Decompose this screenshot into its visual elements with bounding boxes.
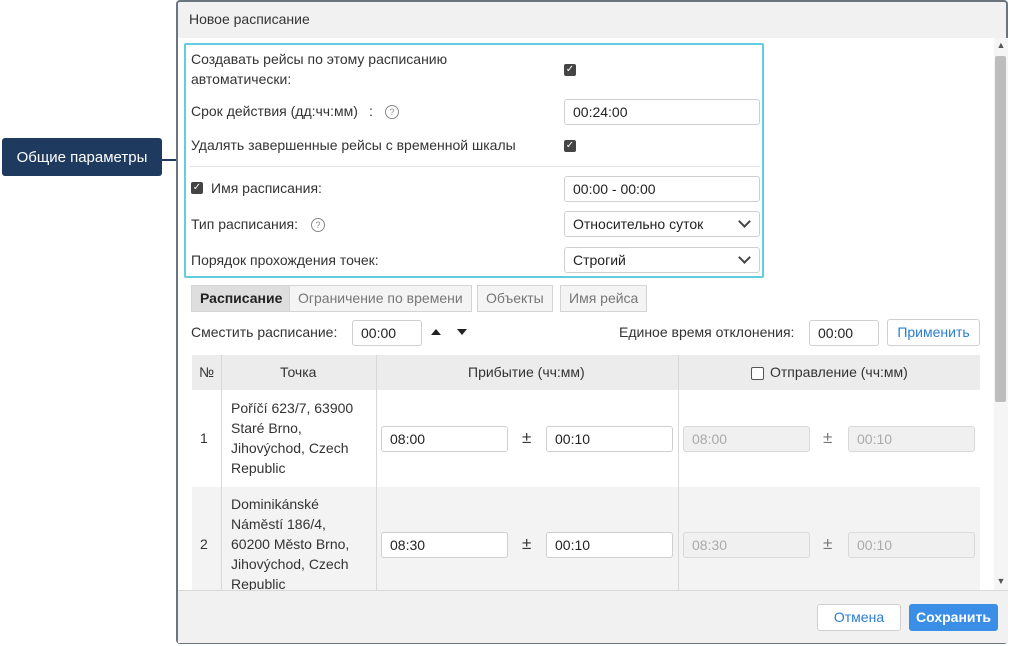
dialog-title: Новое расписание (189, 11, 310, 27)
validity-input[interactable]: 00:24:00 (564, 99, 760, 125)
scrollbar-thumb[interactable] (995, 56, 1006, 402)
name-label: Имя расписания: (211, 180, 322, 196)
arrival-deviation-input[interactable]: 00:10 (546, 532, 673, 558)
help-icon[interactable]: ? (311, 218, 325, 232)
apply-button[interactable]: Применить (887, 319, 980, 346)
shift-up-icon[interactable] (431, 329, 441, 335)
tab-objects[interactable]: Объекты (477, 285, 553, 312)
tab-time-limit[interactable]: Ограничение по времени (289, 285, 472, 312)
shift-input[interactable]: 00:00 (352, 320, 422, 346)
header-num: № (199, 364, 215, 380)
tab-schedule[interactable]: Расписание (191, 285, 292, 312)
order-label: Порядок прохождения точек: (191, 252, 379, 268)
type-select-value: Относительно суток (573, 216, 704, 232)
scroll-down-icon[interactable]: ▼ (996, 576, 1006, 586)
header-departure: Отправление (чч:мм) (770, 364, 908, 380)
auto-create-label-2: автоматически: (191, 71, 292, 87)
type-select[interactable]: Относительно суток (564, 211, 760, 237)
tab-trip-name[interactable]: Имя рейса (560, 285, 648, 312)
departure-checkbox[interactable] (751, 367, 764, 380)
divider (190, 166, 760, 167)
column-divider (221, 355, 222, 590)
order-select[interactable]: Строгий (564, 247, 760, 273)
save-button[interactable]: Сохранить (909, 604, 998, 631)
departure-input[interactable]: 08:30 (683, 532, 810, 558)
chevron-down-icon (738, 251, 751, 264)
order-select-value: Строгий (573, 252, 626, 268)
arrival-deviation-input[interactable]: 00:10 (546, 426, 673, 452)
point-address: Dominikánské Náměstí 186/4, 60200 Město … (231, 496, 350, 592)
departure-input[interactable]: 08:00 (683, 426, 810, 452)
row-number: 2 (200, 536, 208, 552)
row-number: 1 (200, 430, 208, 446)
validity-colon: : (369, 103, 373, 119)
chevron-down-icon (738, 215, 751, 228)
plus-minus-icon: ± (823, 428, 833, 447)
shift-down-icon[interactable] (457, 329, 467, 335)
header-arrival: Прибытие (чч:мм) (468, 364, 585, 380)
delete-finished-checkbox[interactable]: ✓ (564, 140, 576, 152)
scroll-up-icon[interactable]: ▲ (996, 40, 1006, 50)
deviation-input[interactable]: 00:00 (809, 320, 879, 346)
type-label: Тип расписания: (191, 216, 299, 232)
shift-label: Сместить расписание: (191, 324, 338, 340)
deviation-label: Единое время отклонения: (619, 324, 795, 340)
name-checkbox[interactable]: ✓ (191, 182, 203, 194)
validity-label: Срок действия (дд:чч:мм) (191, 103, 358, 119)
column-divider (376, 355, 377, 590)
delete-finished-label: Удалять завершенные рейсы с временной шк… (191, 137, 516, 153)
plus-minus-icon: ± (522, 428, 532, 447)
arrival-input[interactable]: 08:30 (381, 532, 508, 558)
auto-create-label-1: Создавать рейсы по этому расписанию (191, 51, 448, 67)
departure-deviation-input[interactable]: 00:10 (848, 426, 975, 452)
plus-minus-icon: ± (522, 534, 532, 553)
arrival-input[interactable]: 08:00 (381, 426, 508, 452)
auto-create-checkbox[interactable]: ✓ (564, 64, 576, 76)
plus-minus-icon: ± (823, 534, 833, 553)
header-point: Точка (280, 364, 317, 380)
callout-general-params: Общие параметры (2, 138, 162, 176)
column-divider (678, 355, 679, 590)
name-input[interactable]: 00:00 - 00:00 (564, 176, 760, 202)
departure-deviation-input[interactable]: 00:10 (848, 532, 975, 558)
point-address: Poříčí 623/7, 63900 Staré Brno, Jihových… (231, 400, 354, 476)
cancel-button[interactable]: Отмена (817, 604, 901, 631)
help-icon[interactable]: ? (385, 105, 399, 119)
